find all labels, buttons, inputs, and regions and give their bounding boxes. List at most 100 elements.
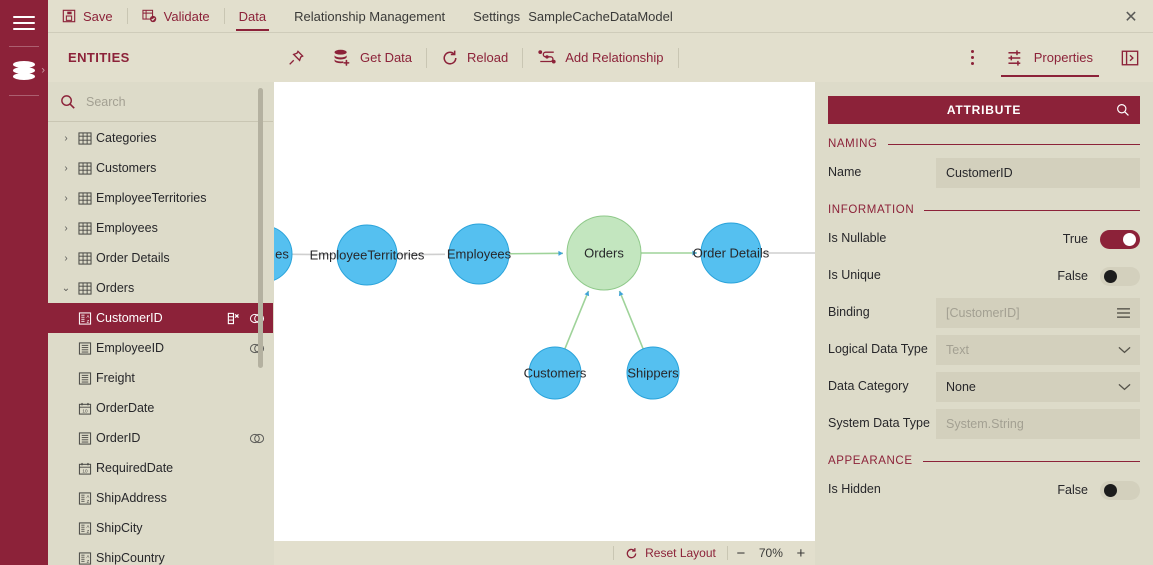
name-field[interactable]: CustomerID (936, 158, 1140, 188)
graph-node-label: Shippers (627, 366, 679, 381)
is-nullable-label: Is Nullable (828, 231, 887, 246)
binding-field[interactable]: [CustomerID] (936, 298, 1140, 328)
tab-properties[interactable]: Properties (993, 33, 1107, 82)
database-add-icon (333, 49, 352, 67)
property-row-is-nullable: Is Nullable True (828, 222, 1140, 256)
chevron-right-icon[interactable]: › (58, 223, 74, 234)
table-icon (74, 221, 96, 235)
tab-settings[interactable]: Settings (459, 0, 534, 33)
tree-attribute-shipcity[interactable]: A Z ShipCity (48, 513, 273, 543)
chevron-right-icon[interactable]: › (58, 193, 74, 204)
expand-panel-button[interactable] (1107, 33, 1153, 82)
chevron-right-icon[interactable]: › (58, 133, 74, 144)
add-relationship-button[interactable]: Add Relationship (523, 33, 677, 82)
graph-node-label: Order Details (693, 246, 770, 261)
close-button[interactable]: ✕ (1109, 0, 1153, 33)
tree-entity-orders[interactable]: ⌄ Orders (48, 273, 273, 303)
rail-item-data-sources[interactable]: › (0, 47, 48, 95)
reload-label: Reload (467, 50, 509, 65)
hamburger-icon (13, 16, 35, 30)
property-row-binding: Binding [CustomerID] (828, 296, 1140, 330)
tree-attribute-orderid[interactable]: OrderID (48, 423, 273, 453)
entities-scrollbar-thumb[interactable] (258, 88, 263, 368)
chevron-right-icon[interactable]: › (58, 163, 74, 174)
chevron-down-icon[interactable] (1118, 383, 1131, 392)
reload-button[interactable]: Reload (427, 33, 522, 82)
tree-attribute-employeeid[interactable]: EmployeeID (48, 333, 273, 363)
search-icon[interactable] (1116, 103, 1130, 117)
table-icon (74, 191, 96, 205)
reset-layout-button[interactable]: Reset Layout (614, 546, 727, 560)
validate-label: Validate (163, 8, 210, 24)
zoom-out-button[interactable]: − (728, 545, 754, 562)
is-unique-value: False (1057, 269, 1088, 283)
entities-panel-title: ENTITIES (68, 50, 130, 65)
tree-entity-customers[interactable]: › Customers (48, 153, 273, 183)
zoom-level-value: 70% (758, 546, 783, 560)
app-rail: › (0, 0, 48, 565)
chevron-right-icon[interactable]: › (58, 253, 74, 264)
is-unique-toggle[interactable] (1100, 266, 1140, 286)
properties-header: ATTRIBUTE (828, 96, 1140, 124)
is-hidden-toggle[interactable] (1100, 480, 1140, 500)
overflow-menu-button[interactable] (953, 33, 993, 82)
tree-entity-categories[interactable]: › Categories (48, 123, 273, 153)
graph-edge (618, 290, 644, 350)
tree-attribute-label: RequiredDate (96, 461, 174, 475)
tree-attribute-requireddate[interactable]: 10 RequiredDate (48, 453, 273, 483)
tree-entity-label: Employees (96, 221, 158, 235)
get-data-button[interactable]: Get Data (319, 33, 426, 82)
tree-attribute-label: Freight (96, 371, 135, 385)
tree-attribute-label: ShipCountry (96, 551, 165, 565)
tree-entity-label: Customers (96, 161, 157, 175)
tab-data[interactable]: Data (225, 0, 280, 33)
data-category-field[interactable]: None (936, 372, 1140, 402)
logical-data-type-value: Text (946, 343, 969, 357)
text-attribute-icon: AZ (74, 491, 96, 505)
section-information: INFORMATION (828, 204, 1140, 216)
chevron-down-icon[interactable]: ⌄ (58, 283, 74, 294)
zoom-in-button[interactable]: + (788, 545, 814, 562)
tree-entity-order-details[interactable]: › Order Details (48, 243, 273, 273)
is-unique-control: False (936, 266, 1140, 286)
is-nullable-toggle[interactable] (1100, 229, 1140, 249)
is-nullable-value: True (1062, 232, 1088, 246)
tree-attribute-customerid[interactable]: A Z CustomerID (48, 303, 273, 333)
section-appearance-label: APPEARANCE (828, 455, 913, 467)
is-nullable-control: True (936, 229, 1140, 249)
tree-attribute-shipcountry[interactable]: A Z ShipCountry (48, 543, 273, 565)
save-button[interactable]: Save (48, 0, 127, 33)
tab-relationship-management[interactable]: Relationship Management (280, 0, 459, 33)
main-menu-button[interactable] (0, 0, 48, 46)
kebab-menu-icon (971, 50, 975, 53)
remove-key-icon[interactable] (226, 312, 240, 325)
validate-button[interactable]: Validate (128, 0, 224, 33)
section-divider (887, 143, 1140, 145)
entities-tree[interactable]: › Categories › Customers › EmployeeTerritorie… (48, 123, 273, 565)
tree-entity-employeeterritories[interactable]: › EmployeeTerritories (48, 183, 273, 213)
expand-panel-icon (1121, 49, 1139, 67)
search-input[interactable] (86, 94, 261, 109)
tab-data-label: Data (238, 8, 267, 24)
tree-attribute-freight[interactable]: Freight (48, 363, 273, 393)
refresh-icon (625, 547, 638, 560)
tab-properties-label: Properties (1033, 50, 1093, 65)
top-menu-bar: Save Validate Data Relationship Manageme… (48, 0, 1153, 33)
graph-node-label: EmployeeTerritories (310, 248, 425, 263)
logical-data-type-field[interactable]: Text (936, 335, 1140, 365)
entities-scrollbar-track[interactable] (258, 82, 268, 524)
tree-attribute-orderdate[interactable]: 10 OrderDate (48, 393, 273, 423)
table-icon (74, 131, 96, 145)
get-data-label: Get Data (360, 50, 413, 65)
svg-text:Z: Z (87, 528, 90, 533)
svg-text:Z: Z (87, 498, 90, 503)
section-naming-label: NAMING (828, 138, 878, 150)
search-icon (60, 94, 76, 110)
chevron-down-icon[interactable] (1118, 346, 1131, 355)
svg-text:10: 10 (82, 468, 88, 473)
tree-entity-employees[interactable]: › Employees (48, 213, 273, 243)
diagram-canvas[interactable]: es EmployeeTerritories Employees Orders Orde… (274, 82, 815, 541)
list-menu-icon[interactable] (1116, 307, 1131, 319)
tree-attribute-shipaddress[interactable]: A Z ShipAddress (48, 483, 273, 513)
pin-panel-button[interactable] (273, 33, 319, 82)
